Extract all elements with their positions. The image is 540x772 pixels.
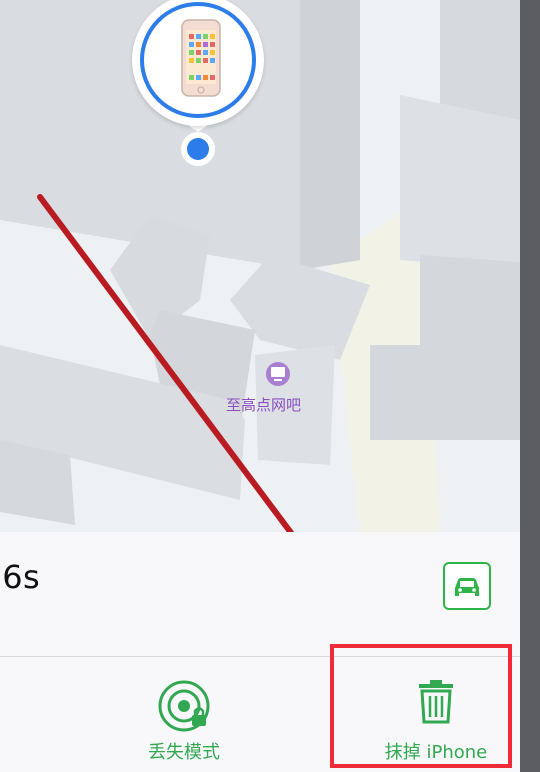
radar-lock-icon [158,680,210,732]
device-name: e6s [0,558,41,596]
side-strip [520,0,540,772]
highlight-annotation [330,644,512,768]
location-dot-icon [187,138,209,160]
lost-mode-button[interactable]: 丢失模式 [114,672,254,772]
iphone-device-icon [181,19,221,97]
car-icon [455,578,479,596]
computer-icon[interactable] [266,362,290,386]
directions-button[interactable] [443,562,491,610]
poi-label[interactable]: 至高点网吧 [226,394,301,415]
lost-mode-label: 丢失模式 [148,742,220,763]
map-view[interactable] [0,0,540,532]
device-pin[interactable] [132,0,264,126]
